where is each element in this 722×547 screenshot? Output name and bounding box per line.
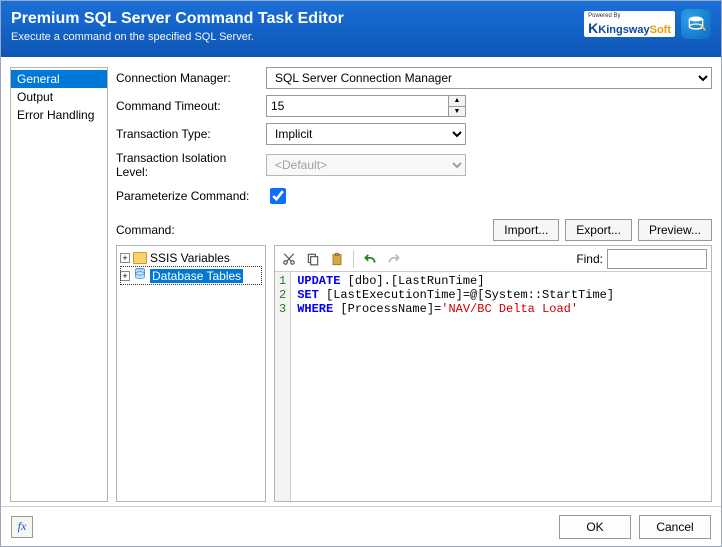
code-line[interactable]: WHERE [ProcessName]='NAV/BC Delta Load' [297,302,614,316]
isolation-level-select: <Default> [266,154,466,176]
cut-icon[interactable] [279,249,299,269]
command-row: Command: Import... Export... Preview... [116,219,712,241]
main-panel: Connection Manager: SQL Server Connectio… [116,67,712,502]
footer: fx OK Cancel [1,506,721,546]
command-timeout-field: ▲ ▼ [266,95,466,117]
window-subtitle: Execute a command on the specified SQL S… [11,31,584,43]
form-grid: Connection Manager: SQL Server Connectio… [116,67,712,207]
command-label: Command: [116,223,487,237]
editor-toolbar: Find: [275,246,711,272]
tree-item-database-tables[interactable]: + Database Tables [120,266,262,285]
powered-by-label: Powered By [588,13,670,20]
nav-panel: General Output Error Handling [10,67,108,502]
code-panel: Find: 123 UPDATE [dbo].[LastRunTime]SET … [274,245,712,502]
code-editor[interactable]: 123 UPDATE [dbo].[LastRunTime]SET [LastE… [275,272,711,501]
toolbar-separator [353,250,354,268]
transaction-type-wrap: Implicit [266,123,466,145]
brand-kingsway: Kingsway [598,24,649,36]
header-right: Powered By KKingswaySoft [584,9,711,39]
spinner-up-icon[interactable]: ▲ [449,96,465,107]
folder-icon [133,252,147,264]
sql-server-icon [681,9,711,39]
spinner-down-icon[interactable]: ▼ [449,107,465,117]
tree-label: SSIS Variables [150,251,230,265]
redo-icon[interactable] [384,249,404,269]
expression-button[interactable]: fx [11,516,33,538]
expand-icon[interactable]: + [120,271,130,281]
isolation-level-label: Transaction Isolation Level: [116,151,256,179]
header-left: Premium SQL Server Command Task Editor E… [11,9,584,43]
undo-icon[interactable] [360,249,380,269]
nav-item-general[interactable]: General [11,70,107,88]
expand-icon[interactable]: + [120,253,130,263]
code-line[interactable]: SET [LastExecutionTime]=@[System::StartT… [297,288,614,302]
parameterize-wrap [266,185,712,207]
isolation-level-wrap: <Default> [266,154,466,176]
import-button[interactable]: Import... [493,219,559,241]
editor-split: + SSIS Variables + Database Tables [116,245,712,502]
find-label: Find: [576,252,603,266]
tree-item-ssis-variables[interactable]: + SSIS Variables [120,250,262,266]
command-timeout-input[interactable] [266,95,448,117]
ok-button[interactable]: OK [559,515,631,539]
parameterize-checkbox[interactable] [270,188,286,204]
window-title: Premium SQL Server Command Task Editor [11,9,584,28]
transaction-type-label: Transaction Type: [116,127,256,141]
timeout-spinner: ▲ ▼ [448,95,466,117]
window: Premium SQL Server Command Task Editor E… [0,0,722,547]
cancel-button[interactable]: Cancel [639,515,711,539]
kingswaysoft-badge: Powered By KKingswaySoft [584,11,675,37]
find-input[interactable] [607,249,707,269]
brand-soft: Soft [650,24,671,36]
paste-icon[interactable] [327,249,347,269]
preview-button[interactable]: Preview... [638,219,712,241]
header: Premium SQL Server Command Task Editor E… [1,1,721,57]
code-line[interactable]: UPDATE [dbo].[LastRunTime] [297,274,614,288]
database-icon [133,267,147,284]
connection-manager-select[interactable]: SQL Server Connection Manager [266,67,712,89]
object-tree[interactable]: + SSIS Variables + Database Tables [116,245,266,502]
body: General Output Error Handling Connection… [1,57,721,506]
code-content[interactable]: UPDATE [dbo].[LastRunTime]SET [LastExecu… [291,272,620,501]
tree-label: Database Tables [150,269,243,283]
find-wrap: Find: [576,249,707,269]
export-button[interactable]: Export... [565,219,632,241]
nav-item-error-handling[interactable]: Error Handling [11,106,107,124]
nav-item-output[interactable]: Output [11,88,107,106]
connection-manager-label: Connection Manager: [116,71,256,85]
parameterize-label: Parameterize Command: [116,189,256,203]
transaction-type-select[interactable]: Implicit [266,123,466,145]
line-gutter: 123 [275,272,291,501]
copy-icon[interactable] [303,249,323,269]
command-timeout-label: Command Timeout: [116,99,256,113]
